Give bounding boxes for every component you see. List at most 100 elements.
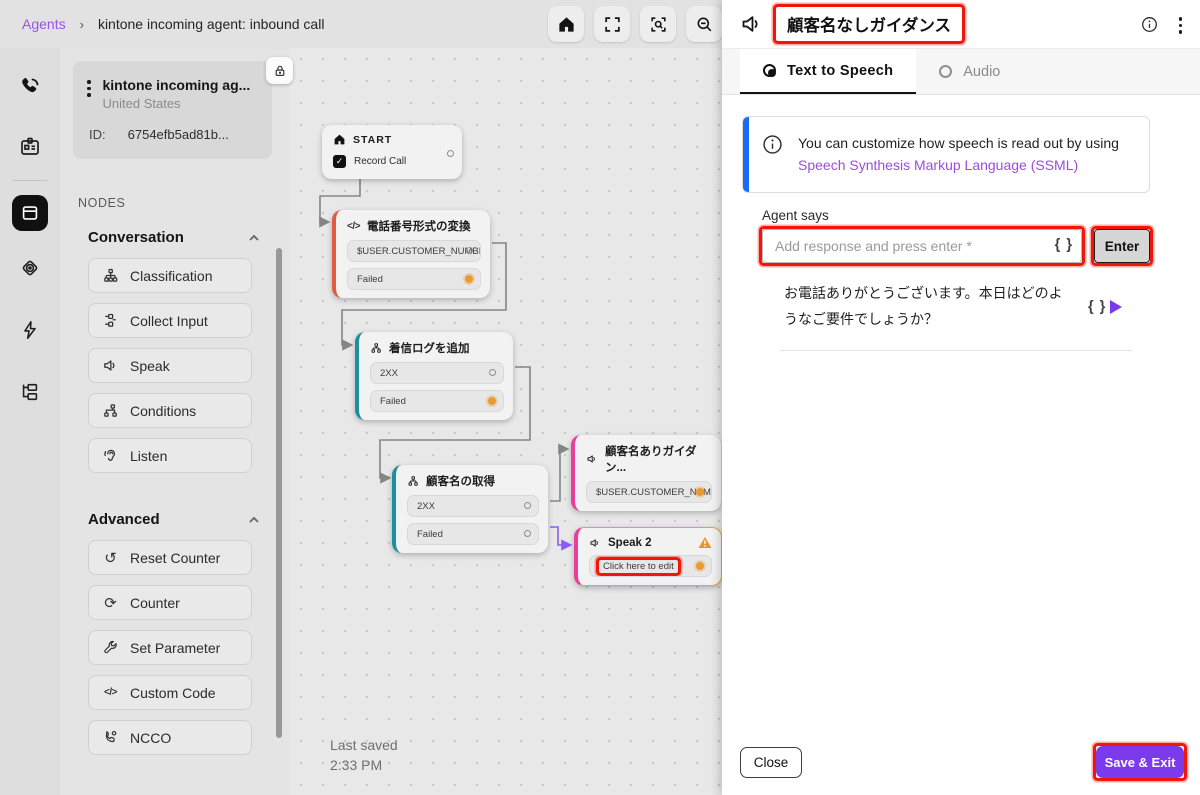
zoom-selection-icon [649,15,668,34]
rail-sitemap-button[interactable] [11,373,49,411]
rail-divider [13,180,47,181]
last-saved-status: Last saved 2:33 PM [330,737,398,774]
output-label: 2XX [417,500,435,512]
node-output-row[interactable]: Failed [407,523,539,545]
status-dot-gray [524,530,531,537]
fit-view-button[interactable] [594,6,630,42]
target-icon [18,256,42,280]
node-output-row[interactable]: Failed [347,268,481,290]
panel-title-annotated: 顧客名なしガイダンス [776,7,962,41]
save-exit-button[interactable]: Save & Exit [1096,746,1184,778]
ssml-info-box: You can customize how speech is read out… [742,116,1150,194]
palette-item-speak[interactable]: Speak [88,348,252,383]
palette-item-listen[interactable]: Listen [88,438,252,473]
palette-item-set-parameter[interactable]: Set Parameter [88,630,252,665]
node-output-row[interactable]: $USER.CUSTOMER_NUMBER [347,240,481,262]
zoom-out-button[interactable] [686,6,722,42]
tab-label: Text to Speech [787,62,894,79]
rail-target-button[interactable] [11,249,49,287]
node-output-row[interactable]: 2XX [370,362,504,384]
agent-id-label: ID: [89,127,106,142]
braces-icon[interactable]: { } [1055,237,1073,253]
breadcrumb-agent-title: kintone incoming agent: inbound call [97,16,325,32]
output-port[interactable] [447,150,454,157]
palette-item-collect-input[interactable]: Collect Input [88,303,252,338]
node-title: Speak 2 [608,536,652,549]
breadcrumb-agents-link[interactable]: Agents [22,16,66,32]
click-here-to-edit-annotated[interactable]: Click here to edit [599,560,678,573]
palette-item-conditions[interactable]: Conditions [88,393,252,428]
ssml-link[interactable]: Speech Synthesis Markup Language (SSML) [798,157,1078,173]
home-button[interactable] [548,6,584,42]
palette-item-counter[interactable]: ⟳ Counter [88,585,252,620]
output-label: Failed [417,528,443,540]
play-icon[interactable] [1110,299,1123,314]
flow-node-start[interactable]: START ✓ Record Call [322,125,462,179]
warning-icon [698,536,712,549]
phone-icon [18,75,42,99]
fit-view-icon [603,15,622,34]
palette-item-custom-code[interactable]: </> Custom Code [88,675,252,710]
output-label: $USER.CUSTOMER_NUMBER [357,245,481,257]
sitemap-icon [19,381,41,403]
flow-node-get-customer-name[interactable]: 顧客名の取得 2XX Failed [392,465,548,553]
node-output-row[interactable]: $USER.CUSTOMER_NAME_KA... [586,481,712,503]
counter-icon: ⟳ [104,594,117,612]
rail-id-badge-button[interactable] [11,128,49,166]
flow-node-call-log[interactable]: 着信ログを追加 2XX Failed [355,332,513,420]
advanced-section: Advanced ↺ Reset Counter ⟳ Counter Set P… [60,511,290,765]
speak-icon [102,357,119,374]
palette-item-reset-counter[interactable]: ↺ Reset Counter [88,540,252,575]
status-dot-gray [489,369,496,376]
conversation-section: Conversation Classification Collect Inpu… [60,229,290,483]
zoom-out-icon [695,15,714,34]
record-call-label: Record Call [354,156,407,167]
chevron-up-icon[interactable] [246,513,262,527]
tab-text-to-speech[interactable]: Text to Speech [740,49,917,94]
saved-response-row[interactable]: お電話ありがとうございます。本日はどのようなご要件でしょうか？ { } [784,281,1150,331]
sidebar-scrollbar[interactable] [276,248,282,738]
node-output-row[interactable]: Click here to edit [589,555,712,577]
braces-icon[interactable]: { } [1088,299,1106,315]
response-divider [780,349,1132,351]
flow-node-phone-format[interactable]: </> 電話番号形式の変換 $USER.CUSTOMER_NUMBER Fail… [332,210,490,298]
editor-tabs: Text to Speech Audio [722,49,1200,95]
agent-card[interactable]: kintone incoming ag... United States ID:… [73,61,272,159]
collect-input-icon [102,312,119,329]
output-label: Failed [380,395,406,407]
node-title: 顧客名ありガイダン... [605,446,697,474]
enter-button[interactable]: Enter [1094,229,1150,264]
response-input[interactable] [762,229,1082,264]
chevron-up-icon[interactable] [246,231,262,245]
agent-region: United States [102,96,181,111]
custom-code-icon: </> [104,687,117,698]
rail-phone-button[interactable] [11,68,49,106]
info-icon[interactable] [1140,15,1159,34]
palette-item-label: Custom Code [130,684,216,701]
canvas-toolbar [548,6,722,42]
close-button[interactable]: Close [740,746,802,778]
enter-button-annotated: Enter [1094,229,1150,264]
canvas-window-icon [19,202,41,224]
flow-node-named-guidance[interactable]: 顧客名ありガイダン... $USER.CUSTOMER_NAME_KA... [571,435,721,511]
node-output-row[interactable]: Failed [370,390,504,412]
lock-button[interactable] [266,57,293,84]
custom-code-icon: </> [347,220,360,232]
palette-item-classification[interactable]: Classification [88,258,252,293]
palette-item-ncco[interactable]: NCCO [88,720,252,755]
flow-canvas[interactable]: START ✓ Record Call </> 電話番号形式の変換 $USER.… [290,48,722,795]
reset-counter-icon: ↺ [104,549,117,567]
flow-node-speak2-selected[interactable]: Speak 2 Click here to edit [574,527,722,586]
rail-lightning-button[interactable] [11,311,49,349]
palette-item-label: Listen [130,447,168,464]
palette-item-label: Classification [130,267,213,284]
zoom-selection-button[interactable] [640,6,676,42]
rail-canvas-button-active[interactable] [12,195,48,231]
panel-menu-icon[interactable] [1178,14,1182,34]
tab-audio[interactable]: Audio [916,49,1023,94]
ncco-icon [102,729,119,746]
radio-selected-icon [763,64,776,77]
record-call-checkbox-checked[interactable]: ✓ [333,155,346,168]
agent-card-menu-icon[interactable] [87,77,91,111]
node-output-row[interactable]: 2XX [407,495,539,517]
